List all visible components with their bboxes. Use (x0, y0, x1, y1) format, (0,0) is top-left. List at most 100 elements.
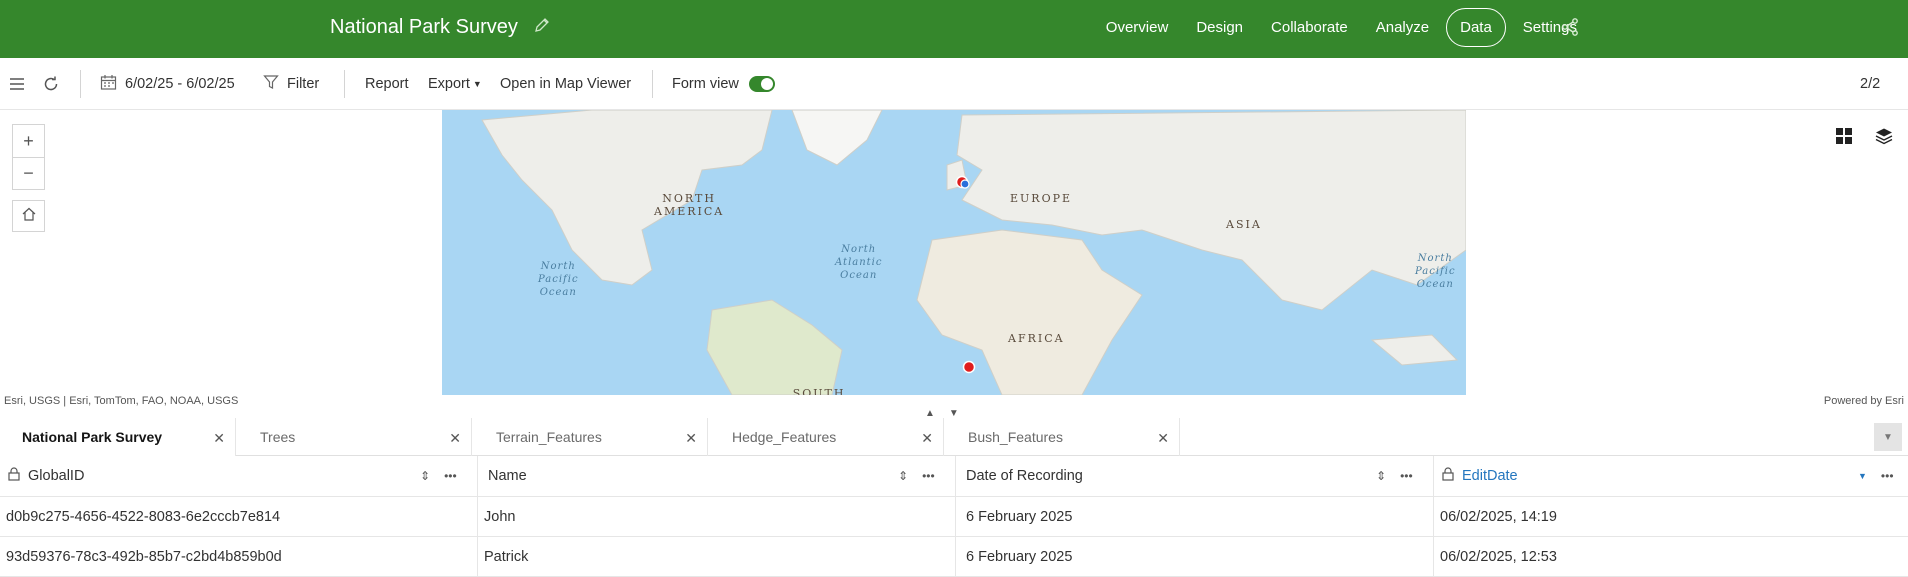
more-options-icon[interactable]: ••• (1881, 469, 1894, 483)
nav-collaborate[interactable]: Collaborate (1260, 10, 1359, 45)
column-globalid[interactable]: GlobalID ⇕ ••• (0, 456, 478, 496)
more-options-icon[interactable]: ••• (922, 469, 935, 483)
filter-button[interactable]: Filter (263, 58, 319, 110)
tab-overflow-menu[interactable]: ▼ (1874, 423, 1902, 451)
cell-globalid: 93d59376-78c3-492b-85b7-c2bd4b859b0d (0, 537, 478, 576)
report-label: Report (365, 76, 409, 92)
label-asia: ASIA (1226, 218, 1262, 231)
toolbar-divider (652, 70, 653, 98)
column-name[interactable]: Name ⇕ ••• (478, 456, 956, 496)
sort-icon[interactable]: ⇕ (898, 469, 908, 483)
sort-descending-icon[interactable]: ▼ (1858, 471, 1867, 481)
more-options-icon[interactable]: ••• (1400, 469, 1413, 483)
share-icon[interactable] (1560, 17, 1580, 42)
indonesia-land (1370, 334, 1459, 366)
data-table: GlobalID ⇕ ••• Name ⇕ ••• Date of Record… (0, 456, 1908, 577)
tab-hedge-features[interactable]: Hedge_Features ✕ (708, 418, 944, 456)
table-row[interactable]: d0b9c275-4656-4522-8083-6e2cccb7e814 Joh… (0, 497, 1908, 537)
map-marker-gulf-guinea (962, 360, 976, 374)
zoom-out-button[interactable]: − (13, 157, 44, 189)
nav-analyze[interactable]: Analyze (1365, 10, 1440, 45)
close-icon[interactable]: ✕ (449, 430, 461, 447)
greenland-land (791, 110, 883, 166)
label-south-america: SOUTHAMERICA (792, 387, 846, 395)
label-africa: AFRICA (1008, 332, 1065, 345)
home-button[interactable] (12, 200, 45, 232)
column-label: Date of Recording (966, 468, 1083, 484)
table-row[interactable]: 93d59376-78c3-492b-85b7-c2bd4b859b0d Pat… (0, 537, 1908, 577)
tab-national-park-survey[interactable]: National Park Survey ✕ (0, 418, 236, 456)
close-icon[interactable]: ✕ (921, 430, 933, 447)
caret-down-icon: ▼ (472, 79, 482, 89)
more-options-icon[interactable]: ••• (444, 469, 457, 483)
column-editdate[interactable]: EditDate ▼ ••• (1434, 456, 1908, 496)
lock-icon (1442, 467, 1454, 485)
record-count: 2/2 (1860, 76, 1881, 92)
menu-icon[interactable] (8, 58, 26, 110)
label-europe: EUROPE (1010, 192, 1073, 205)
form-view-label: Form view (672, 76, 739, 92)
tab-label: Bush_Features (968, 429, 1063, 445)
filter-icon (263, 74, 279, 94)
layers-button[interactable] (1866, 120, 1902, 156)
column-actions: ⇕ ••• (420, 469, 457, 483)
edit-title-icon[interactable] (534, 16, 550, 39)
table-header: GlobalID ⇕ ••• Name ⇕ ••• Date of Record… (0, 456, 1908, 497)
cell-date-of-recording: 6 February 2025 (956, 537, 1434, 576)
zoom-controls: + − (12, 124, 45, 190)
column-label: EditDate (1462, 468, 1518, 484)
grid-icon (1835, 127, 1853, 150)
grid-view-button[interactable] (1826, 120, 1862, 156)
close-icon[interactable]: ✕ (685, 430, 697, 447)
nav-design[interactable]: Design (1185, 10, 1254, 45)
survey-title: National Park Survey (330, 16, 518, 38)
cell-name: John (478, 497, 956, 536)
tab-label: Trees (260, 429, 296, 445)
world-map[interactable]: NORTHAMERICA EUROPE ASIA AFRICA SOUTHAME… (442, 110, 1466, 395)
main-nav: Overview Design Collaborate Analyze Data… (1095, 8, 1588, 47)
tab-terrain-features[interactable]: Terrain_Features ✕ (472, 418, 708, 456)
sort-icon[interactable]: ⇕ (1376, 469, 1386, 483)
label-north-pacific-west: North Pacific Ocean (538, 261, 579, 298)
export-label: Export (428, 76, 470, 92)
zoom-in-button[interactable]: + (13, 125, 44, 157)
calendar-icon (100, 74, 117, 95)
nav-data[interactable]: Data (1446, 8, 1506, 47)
form-view-control: Form view (672, 58, 775, 110)
sort-icon[interactable]: ⇕ (420, 469, 430, 483)
map-marker-uk-2 (960, 179, 970, 189)
tab-label: Hedge_Features (732, 429, 837, 445)
export-button[interactable]: Export ▼ (428, 58, 482, 110)
column-actions: ▼ ••• (1858, 469, 1894, 483)
refresh-icon[interactable] (42, 58, 60, 110)
cell-date-of-recording: 6 February 2025 (956, 497, 1434, 536)
map-attribution: Esri, USGS | Esri, TomTom, FAO, NOAA, US… (4, 395, 239, 407)
app-header: National Park Survey Overview Design Col… (0, 0, 1908, 58)
map-area: NORTHAMERICA EUROPE ASIA AFRICA SOUTHAME… (0, 110, 1908, 419)
powered-by-esri[interactable]: Powered by Esri (1824, 395, 1904, 407)
label-north-atlantic: North Atlantic Ocean (835, 244, 883, 281)
column-actions: ⇕ ••• (898, 469, 935, 483)
column-label: Name (488, 468, 527, 484)
cell-editdate: 06/02/2025, 12:53 (1440, 548, 1557, 565)
column-label: GlobalID (28, 468, 85, 484)
nav-overview[interactable]: Overview (1095, 10, 1180, 45)
form-view-toggle[interactable] (748, 76, 775, 92)
map-viewer-label: Open in Map Viewer (500, 76, 632, 92)
close-icon[interactable]: ✕ (1157, 430, 1169, 447)
tab-label: Terrain_Features (496, 429, 602, 445)
report-button[interactable]: Report (365, 58, 409, 110)
lock-icon (8, 467, 20, 485)
date-range-button[interactable]: 6/02/25 - 6/02/25 (100, 58, 235, 110)
tab-trees[interactable]: Trees ✕ (236, 418, 472, 456)
column-actions: ⇕ ••• (1376, 469, 1413, 483)
tab-bush-features[interactable]: Bush_Features ✕ (944, 418, 1180, 456)
close-icon[interactable]: ✕ (213, 430, 225, 447)
open-map-viewer-button[interactable]: Open in Map Viewer (500, 58, 631, 110)
filter-label: Filter (287, 76, 320, 92)
label-north-pacific-east: North Pacific Ocean (1415, 253, 1456, 290)
toolbar-divider (344, 70, 345, 98)
tab-label: National Park Survey (22, 429, 163, 445)
africa-land (916, 229, 1143, 395)
column-date-of-recording[interactable]: Date of Recording ⇕ ••• (956, 456, 1434, 496)
